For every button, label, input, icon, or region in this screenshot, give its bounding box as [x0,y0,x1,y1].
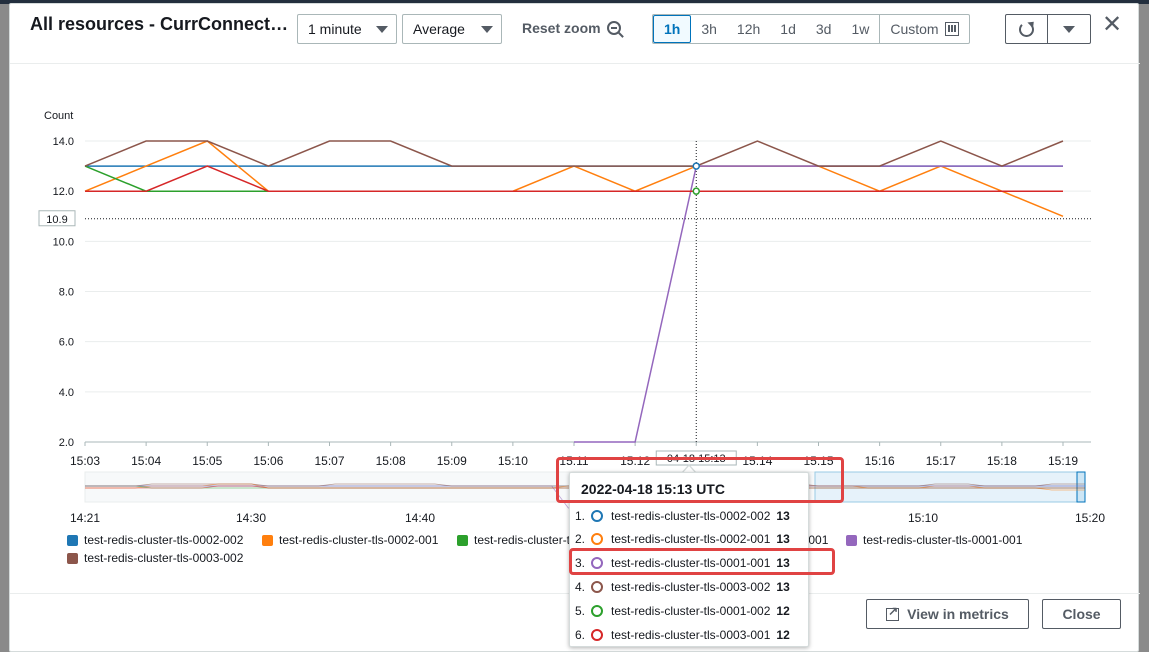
legend-swatch [67,534,78,546]
x-tick-label: 15:09 [437,454,467,468]
y-tick-label: 8.0 [59,287,74,299]
legend-label: test-redis-cluster-tls-0002-001 [279,533,439,547]
crosshair-point [692,162,700,170]
series-circle-icon [591,581,603,593]
x-tick-label: 15:08 [376,454,406,468]
series-circle-icon [591,629,603,641]
tooltip-row: 2. test-redis-cluster-tls-0002-001 13 [575,529,790,549]
tooltip-index: 4. [575,580,586,594]
x-tick-label: 15:04 [131,454,161,468]
y-tick-label: 6.0 [59,337,74,349]
x-tick-label: 15:10 [498,454,528,468]
close-button[interactable]: Close [1042,599,1121,629]
tooltip-row: 4. test-redis-cluster-tls-0003-002 13 [575,577,790,597]
threshold-label: 10.9 [46,214,67,226]
tooltip-value: 13 [776,532,790,546]
legend-label: test-redis-cluster-tls-0002-002 [84,533,244,547]
legend-swatch [262,534,273,546]
tooltip-series: test-redis-cluster-tls-0002-001 [611,532,771,546]
series-line [84,140,1064,167]
legend-item[interactable]: test-redis-cluster-tls-0002-001 [262,533,438,547]
tooltip-series: test-redis-cluster-tls-0002-002 [611,509,771,523]
series-line [84,140,1064,217]
overview-tick-label: 15:20 [1075,511,1105,525]
overview-tick-label: 14:40 [405,511,435,525]
series-line [84,165,1063,192]
x-tick-label: 15:07 [314,454,344,468]
legend-item[interactable]: test-redis-cluster-tls-0001-001 [846,533,1022,547]
tooltip-index: 6. [575,628,586,642]
legend-swatch [67,552,78,564]
series-circle-icon [591,533,603,545]
legend-item[interactable]: test-redis-cluster-tls-0002-002 [67,533,243,547]
y-tick-label: 10.0 [53,236,74,248]
y-tick-label: 12.0 [53,186,74,198]
x-tick-label: 15:18 [987,454,1017,468]
overview-handle [1076,471,1086,503]
y-tick-label: 14.0 [53,136,74,148]
x-tick-label: 15:06 [253,454,283,468]
external-link-icon [886,604,900,621]
y-tick-label: 4.0 [59,387,74,399]
legend-item[interactable]: test-redis-cluster-tls-0003-002 [67,551,243,565]
x-tick-label: 15:17 [926,454,956,468]
overview-tick-label: 14:21 [70,511,100,525]
y-axis-label: Count [44,110,73,122]
series-line [574,165,1063,443]
tooltip-row: 1. test-redis-cluster-tls-0002-002 13 [575,506,790,526]
view-in-metrics-button[interactable]: View in metrics [866,599,1029,629]
tooltip-value: 13 [776,580,790,594]
overview-selection [814,471,1084,503]
view-in-metrics-label: View in metrics [907,606,1009,622]
close-label: Close [1062,606,1101,622]
series-circle-icon [591,605,603,617]
x-tick-label: 15:16 [865,454,895,468]
legend-swatch [846,534,857,546]
highlight-timestamp [556,457,844,503]
tooltip-index: 5. [575,604,586,618]
tooltip-value: 13 [776,509,790,523]
highlight-series-row [569,548,835,575]
tooltip-series: test-redis-cluster-tls-0003-001 [611,628,771,642]
overview-tick-label: 14:30 [236,511,266,525]
x-tick-label: 15:19 [1048,454,1078,468]
tooltip-value: 12 [776,628,790,642]
x-tick-label: 15:03 [70,454,100,468]
tooltip-series: test-redis-cluster-tls-0001-002 [611,604,771,618]
overview-tick-label: 15:10 [908,511,938,525]
tooltip-index: 2. [575,532,586,546]
y-tick-label: 2.0 [59,437,74,449]
legend-label: test-redis-cluster-tls-0001-001 [863,533,1023,547]
tooltip-index: 1. [575,509,586,523]
legend-label: test-redis-cluster-tls-0003-002 [84,551,244,565]
crosshair-point [692,187,700,195]
tooltip-value: 12 [776,604,790,618]
tooltip-row: 5. test-redis-cluster-tls-0001-002 12 [575,601,790,621]
series-circle-icon [591,510,603,522]
series-line [85,165,1063,192]
tooltip-series: test-redis-cluster-tls-0003-002 [611,580,771,594]
legend-swatch [457,534,468,546]
line-chart[interactable]: Count 14.0 12.0 10.0 8.0 6.0 4.0 2.0 10.9 15:03 15… [0,0,1149,530]
tooltip-row: 6. test-redis-cluster-tls-0003-001 12 [575,625,790,645]
x-tick-label: 15:05 [192,454,222,468]
